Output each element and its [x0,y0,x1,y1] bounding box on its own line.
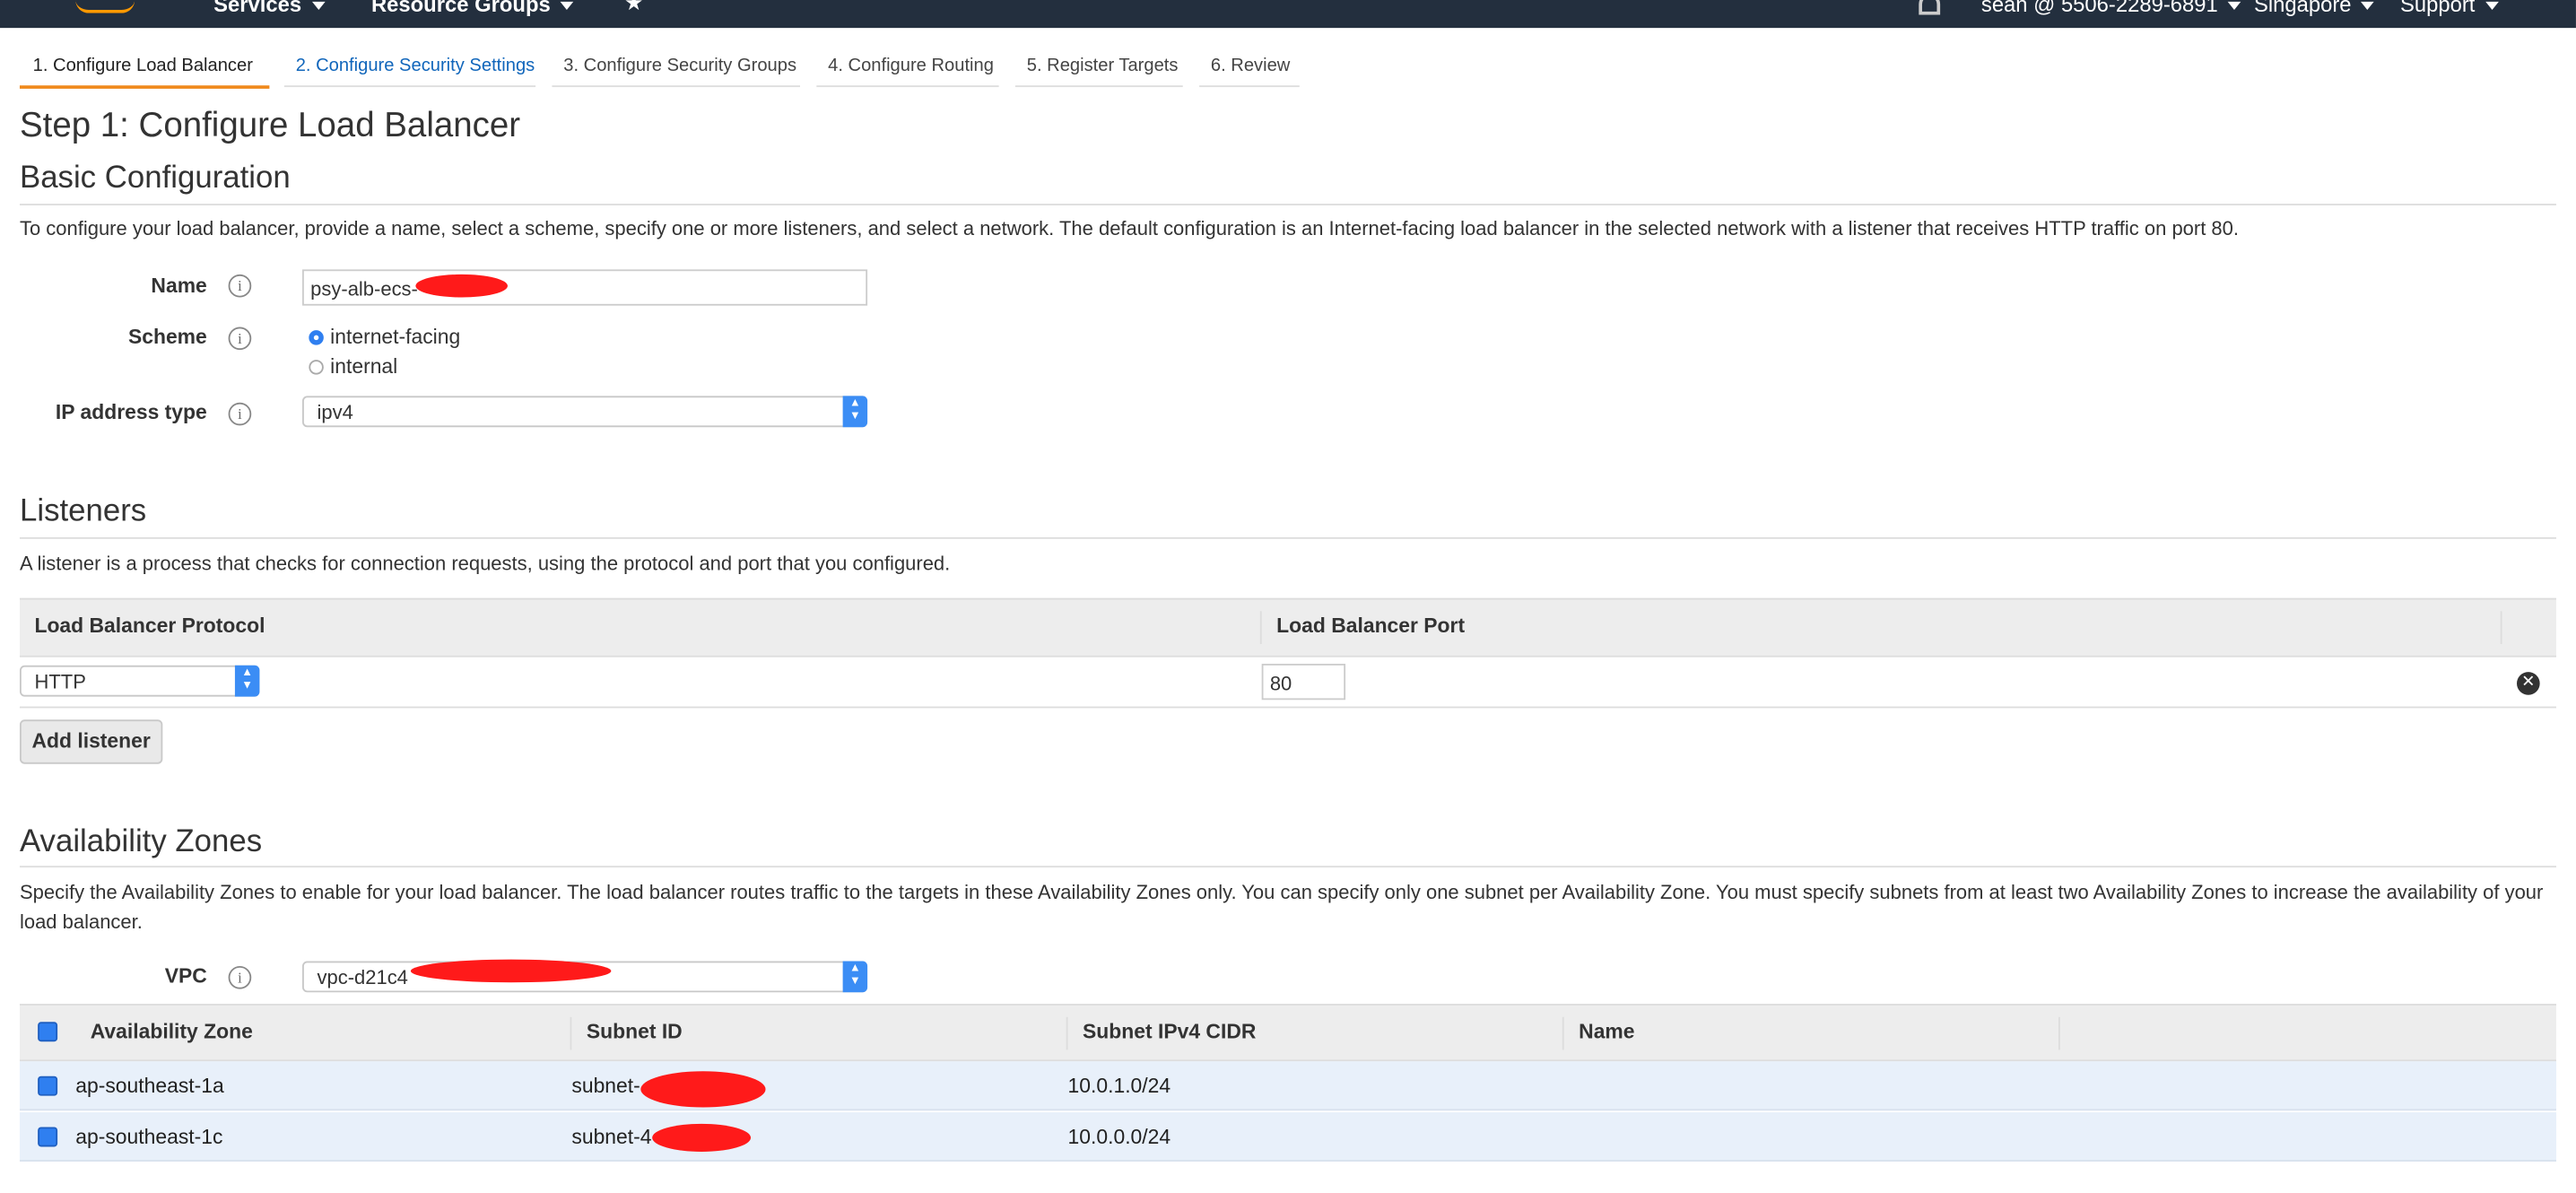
row-subnet: subnet-4 [571,1125,652,1149]
row-zone: ap-southeast-1c [75,1125,223,1149]
listeners-heading: Listeners [19,494,147,529]
row-cidr: 10.0.0.0/24 [1067,1125,1171,1149]
region-label: Singapore [2253,0,2352,17]
ip-address-type-label: IP address type [55,400,207,424]
scheme-internal-label: internal [330,354,398,379]
listener-protocol-value: HTTP [34,670,86,693]
divider [19,536,2556,539]
top-nav-bar: Services Resource Groups ★ sean @ 5506-2… [0,0,2576,29]
resource-groups-menu[interactable]: Resource Groups [370,0,574,17]
col-availability-zone: Availability Zone [90,1020,253,1044]
row-zone: ap-southeast-1a [75,1074,224,1098]
scheme-internet-facing-label: internet-facing [330,325,461,349]
info-icon[interactable]: i [228,274,252,298]
basic-config-heading: Basic Configuration [19,161,291,196]
select-arrows-icon: ▲ ▼ [842,961,868,993]
active-tab-underline [19,85,270,89]
chevron-down-icon [311,1,325,11]
tab-configure-security-groups[interactable]: 3. Configure Security Groups [563,56,796,85]
tab-register-targets[interactable]: 5. Register Targets [1027,56,1179,85]
row-subnet: subnet- [571,1074,640,1098]
account-label: sean @ 5506-2289-6891 [1980,0,2218,17]
row-checkbox[interactable] [38,1127,58,1147]
bell-icon[interactable] [1919,0,1941,15]
tab-configure-load-balancer[interactable]: 1. Configure Load Balancer [33,56,253,85]
services-label: Services [213,0,302,17]
info-icon[interactable]: i [228,402,252,426]
tab-configure-security-settings[interactable]: 2. Configure Security Settings [296,56,535,85]
tab-underline [816,85,999,88]
col-protocol-header: Load Balancer Protocol [34,614,265,638]
resource-groups-label: Resource Groups [370,0,551,17]
az-table-header [19,1004,2556,1062]
select-all-checkbox[interactable] [38,1022,58,1042]
select-arrows-icon: ▲ ▼ [842,396,868,428]
basic-config-description: To configure your load balancer, provide… [19,216,2239,240]
column-divider [1066,1016,1068,1050]
redaction-mark [410,959,612,983]
divider [19,866,2556,868]
col-name: Name [1579,1020,1635,1044]
tab-underline [552,85,800,88]
chevron-down-icon [2485,1,2499,11]
divider [19,706,2556,709]
listener-port-value: 80 [1269,672,1292,695]
remove-listener-icon[interactable]: ✕ [2517,672,2540,695]
chevron-down-icon [2361,1,2375,11]
page-title: Step 1: Configure Load Balancer [19,107,521,145]
tab-configure-routing[interactable]: 4. Configure Routing [828,56,994,85]
select-arrows-icon: ▲ ▼ [234,665,260,697]
listener-port-input[interactable]: 80 [1261,663,1346,701]
listener-protocol-select[interactable]: HTTP ▲ ▼ [19,665,260,697]
az-description: Specify the Availability Zones to enable… [19,880,2544,934]
tab-underline [1199,85,1300,88]
pin-star-icon[interactable]: ★ [624,0,643,16]
column-divider [1259,611,1262,644]
scheme-internet-facing-radio[interactable] [309,330,324,345]
name-label: Name [151,274,207,298]
redaction-mark [652,1123,752,1152]
tab-underline [1014,85,1183,88]
name-input-value: psy-alb-ecs- [310,277,418,301]
aws-logo[interactable] [75,0,135,13]
tab-underline [283,85,536,88]
redaction-mark [640,1071,766,1108]
column-divider [570,1016,572,1050]
column-divider [1562,1016,1564,1050]
region-menu[interactable]: Singapore [2253,0,2375,17]
services-menu[interactable]: Services [213,0,325,16]
tab-review[interactable]: 6. Review [1211,56,1290,85]
row-cidr: 10.0.1.0/24 [1067,1074,1171,1098]
chevron-down-icon [2227,1,2241,11]
column-divider [2058,1016,2060,1050]
ip-address-type-value: ipv4 [317,400,353,424]
name-input[interactable]: psy-alb-ecs- [302,269,868,306]
support-label: Support [2399,0,2476,17]
support-menu[interactable]: Support [2399,0,2499,17]
scheme-label: Scheme [127,325,207,349]
table-row[interactable] [19,1061,2556,1111]
col-subnet-id: Subnet ID [586,1020,683,1044]
row-checkbox[interactable] [38,1075,58,1096]
redaction-mark [415,274,508,298]
vpc-label: VPC [164,964,207,988]
info-icon[interactable]: i [228,965,252,989]
listeners-description: A listener is a process that checks for … [19,552,951,576]
account-menu[interactable]: sean @ 5506-2289-6891 [1981,0,2241,16]
col-port-header: Load Balancer Port [1276,614,1466,638]
info-icon[interactable]: i [228,327,252,351]
add-listener-button[interactable]: Add listener [19,719,163,764]
scheme-internal-radio[interactable] [309,360,324,375]
chevron-down-icon [560,1,574,11]
vpc-value: vpc-d21c4 [317,965,408,989]
ip-address-type-select[interactable]: ipv4 ▲ ▼ [302,396,868,428]
column-divider [2500,611,2502,644]
divider [19,204,2556,205]
table-row[interactable] [19,1111,2556,1162]
col-subnet-cidr: Subnet IPv4 CIDR [1083,1020,1257,1044]
az-heading: Availability Zones [19,824,263,859]
